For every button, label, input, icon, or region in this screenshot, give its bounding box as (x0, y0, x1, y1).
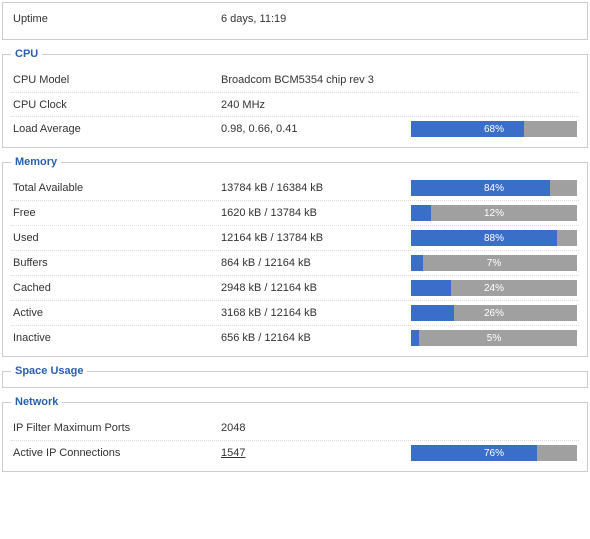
memory-value: 864 kB / 12164 kB (221, 257, 411, 269)
memory-row: Active3168 kB / 12164 kB26% (11, 300, 579, 325)
memory-label: Inactive (11, 332, 221, 344)
cpu-label: Load Average (11, 123, 221, 135)
network-legend: Network (11, 396, 62, 408)
space-usage-fieldset: Space Usage (2, 365, 588, 388)
cpu-fieldset: CPU CPU ModelBroadcom BCM5354 chip rev 3… (2, 48, 588, 148)
network-label: Active IP Connections (11, 447, 221, 459)
memory-row: Used12164 kB / 13784 kB88% (11, 225, 579, 250)
memory-row: Inactive656 kB / 12164 kB5% (11, 325, 579, 350)
cpu-value: 240 MHz (221, 99, 411, 111)
memory-value: 12164 kB / 13784 kB (221, 232, 411, 244)
network-bar-text: 76% (411, 445, 577, 461)
cpu-value: 0.98, 0.66, 0.41 (221, 123, 411, 135)
memory-bar-text: 7% (411, 255, 577, 271)
memory-row: Free1620 kB / 13784 kB12% (11, 200, 579, 225)
memory-bar: 7% (411, 255, 577, 271)
memory-value: 2948 kB / 12164 kB (221, 282, 411, 294)
memory-label: Total Available (11, 182, 221, 194)
space-usage-legend: Space Usage (11, 365, 87, 377)
memory-bar: 24% (411, 280, 577, 296)
memory-value: 656 kB / 12164 kB (221, 332, 411, 344)
cpu-label: CPU Model (11, 74, 221, 86)
memory-bar-text: 12% (411, 205, 577, 221)
memory-row: Cached2948 kB / 12164 kB24% (11, 275, 579, 300)
memory-bar-text: 24% (411, 280, 577, 296)
memory-label: Used (11, 232, 221, 244)
memory-label: Active (11, 307, 221, 319)
memory-fieldset: Memory Total Available13784 kB / 16384 k… (2, 156, 588, 357)
memory-bar-text: 84% (411, 180, 577, 196)
network-row: IP Filter Maximum Ports2048 (11, 416, 579, 440)
top-box: Uptime 6 days, 11:19 (2, 2, 588, 40)
memory-bar: 12% (411, 205, 577, 221)
memory-label: Free (11, 207, 221, 219)
cpu-legend: CPU (11, 48, 42, 60)
network-row: Active IP Connections154776% (11, 440, 579, 465)
memory-bar-text: 26% (411, 305, 577, 321)
uptime-value: 6 days, 11:19 (221, 13, 411, 25)
cpu-bar-text: 68% (411, 121, 577, 137)
memory-bar: 84% (411, 180, 577, 196)
memory-value: 3168 kB / 12164 kB (221, 307, 411, 319)
cpu-bar: 68% (411, 121, 577, 137)
memory-bar: 26% (411, 305, 577, 321)
cpu-value: Broadcom BCM5354 chip rev 3 (221, 74, 411, 86)
network-value[interactable]: 1547 (221, 447, 411, 459)
cpu-row: Load Average0.98, 0.66, 0.4168% (11, 116, 579, 141)
network-label: IP Filter Maximum Ports (11, 422, 221, 434)
memory-row: Buffers864 kB / 12164 kB7% (11, 250, 579, 275)
uptime-row: Uptime 6 days, 11:19 (11, 7, 579, 31)
uptime-label: Uptime (11, 13, 221, 25)
cpu-label: CPU Clock (11, 99, 221, 111)
memory-value: 13784 kB / 16384 kB (221, 182, 411, 194)
cpu-row: CPU Clock240 MHz (11, 92, 579, 116)
memory-bar: 5% (411, 330, 577, 346)
memory-label: Buffers (11, 257, 221, 269)
memory-bar: 88% (411, 230, 577, 246)
memory-legend: Memory (11, 156, 61, 168)
memory-row: Total Available13784 kB / 16384 kB84% (11, 176, 579, 200)
network-fieldset: Network IP Filter Maximum Ports2048Activ… (2, 396, 588, 472)
memory-label: Cached (11, 282, 221, 294)
cpu-row: CPU ModelBroadcom BCM5354 chip rev 3 (11, 68, 579, 92)
memory-bar-text: 5% (411, 330, 577, 346)
network-bar: 76% (411, 445, 577, 461)
memory-bar-text: 88% (411, 230, 577, 246)
network-value: 2048 (221, 422, 411, 434)
memory-value: 1620 kB / 13784 kB (221, 207, 411, 219)
